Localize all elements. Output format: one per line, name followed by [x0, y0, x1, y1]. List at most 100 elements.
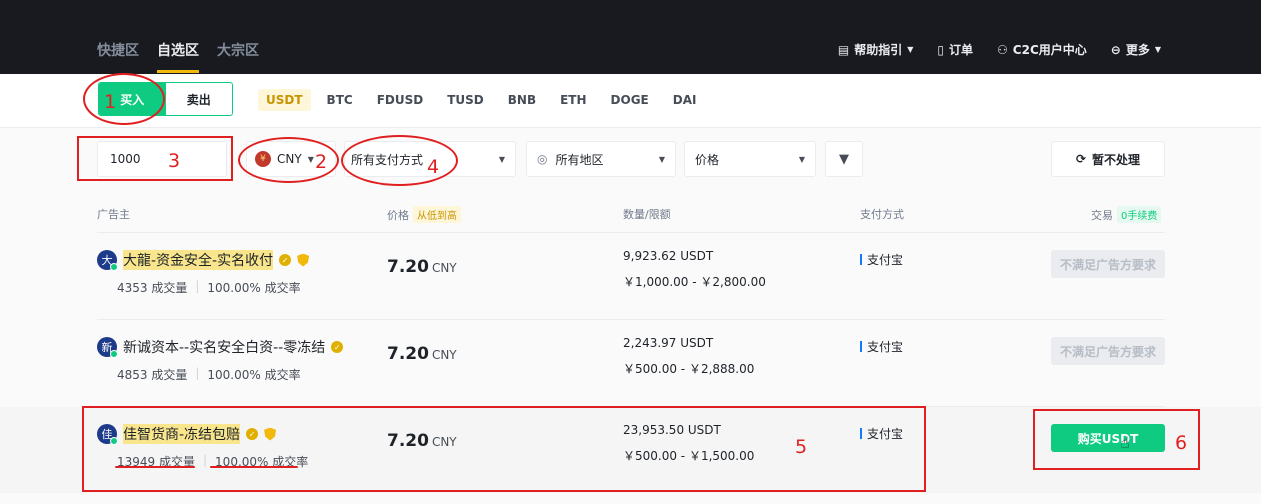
annotation-number: 4 — [427, 156, 440, 178]
coin-tab-fdusd[interactable]: FDUSD — [369, 89, 432, 111]
price-unit: CNY — [431, 348, 457, 362]
verified-badge-icon: ✓ — [279, 254, 292, 266]
shield-icon — [297, 253, 310, 267]
top-right-menu: ▤ 帮助指引 ▼ ▯ 订单 ⚇ C2C用户中心 ⊖ 更多 ▼ — [838, 41, 1161, 58]
chevron-down-icon: ▼ — [1154, 45, 1161, 54]
header-trade-label: 交易 — [1091, 208, 1113, 222]
trade-button-disabled[interactable]: 不满足广告方要求 — [1051, 250, 1165, 278]
trade-button-disabled[interactable]: 不满足广告方要求 — [1051, 337, 1165, 365]
price-cell: 7.20 CNY — [387, 344, 457, 364]
users-icon: ⚇ — [997, 42, 1008, 57]
annotation-ring — [83, 73, 165, 125]
payment-color-bar — [860, 341, 862, 352]
tab-custom[interactable]: 自选区 — [157, 40, 199, 73]
refresh-label: 暂不处理 — [1092, 152, 1141, 167]
refresh-button[interactable]: ⟳ 暂不处理 — [1051, 141, 1165, 177]
advertiser-name[interactable]: 大龍-资金安全-实名收付 — [123, 250, 274, 270]
annotation-underline — [115, 466, 195, 468]
qty-cell: 2,243.97 USDT ￥500.00 - ￥2,888.00 — [623, 337, 754, 375]
top-nav-tabs: 快捷区 自选区 大宗区 — [97, 40, 277, 73]
available-qty: 2,243.97 USDT — [623, 336, 714, 350]
qty-cell: 9,923.62 USDT ￥1,000.00 - ￥2,800.00 — [623, 250, 766, 288]
region-value: 所有地区 — [555, 152, 604, 167]
advertiser-name-line: 新 新诚资本--实名安全白资--零冻结 ✓ — [97, 337, 344, 358]
table-row: 大 大龍-资金安全-实名收付 ✓ 4353 成交量 | 100.00% 成交率 … — [0, 233, 1261, 319]
available-qty: 9,923.62 USDT — [623, 249, 714, 263]
filter-button[interactable]: ▼ — [825, 141, 863, 177]
orders-label: 订单 — [949, 43, 974, 57]
avatar[interactable]: 新 — [97, 337, 118, 358]
avatar[interactable]: 大 — [97, 250, 118, 271]
document-icon: ▯ — [937, 42, 945, 57]
c2c-center-link[interactable]: ⚇ C2C用户中心 — [997, 41, 1087, 58]
sort-value: 价格 — [695, 152, 720, 167]
annotation-underline — [210, 466, 298, 468]
header-trade: 交易 0手续费 — [1091, 206, 1162, 223]
divider: | — [195, 366, 200, 380]
orders-link[interactable]: ▯ 订单 — [937, 41, 973, 58]
payment-color-bar — [860, 254, 862, 265]
coin-tab-dai[interactable]: DAI — [665, 89, 705, 111]
completion-rate: 100.00% 成交率 — [207, 368, 301, 382]
caret-down-icon: ▼ — [798, 154, 805, 164]
refresh-icon: ⟳ — [1075, 152, 1087, 166]
coin-tab-btc[interactable]: BTC — [319, 89, 361, 111]
annotation-number: 3 — [168, 150, 181, 172]
funnel-icon: ▼ — [839, 151, 849, 167]
header-price[interactable]: 价格 从低到高 — [387, 206, 461, 223]
advertiser-name[interactable]: 新诚资本--实名安全白资--零冻结 — [123, 337, 325, 357]
caret-down-icon: ▼ — [498, 154, 505, 164]
annotation-number: 5 — [795, 436, 808, 458]
top-navigation-bar — [0, 0, 1261, 74]
book-icon: ▤ — [837, 42, 850, 57]
zero-fee-tag: 0手续费 — [1117, 206, 1162, 223]
coin-tab-eth[interactable]: ETH — [552, 89, 594, 111]
coin-tab-usdt[interactable]: USDT — [258, 89, 311, 111]
advertiser-stats: 4853 成交量 | 100.00% 成交率 — [117, 366, 343, 383]
order-count: 4353 成交量 — [117, 281, 188, 295]
region-select[interactable]: ◎ 所有地区 ▼ — [526, 141, 676, 177]
caret-down-icon: ▼ — [658, 154, 665, 164]
tab-bulk[interactable]: 大宗区 — [217, 40, 259, 60]
coin-tabs: USDT BTC FDUSD TUSD BNB ETH DOGE DAI — [258, 89, 704, 111]
payment-method: 支付宝 — [867, 340, 904, 354]
globe-icon: ◎ — [537, 152, 548, 166]
payment-cell: 支付宝 — [860, 251, 903, 268]
annotation-ring — [341, 135, 458, 186]
divider: | — [195, 279, 200, 293]
completion-rate: 100.00% 成交率 — [207, 281, 301, 295]
more-menu[interactable]: ⊖ 更多 ▼ — [1111, 41, 1161, 58]
header-payment: 支付方式 — [860, 208, 904, 221]
header-advertiser: 广告主 — [97, 208, 130, 221]
price-sort-tag: 从低到高 — [413, 206, 461, 223]
annotation-number: 1 — [104, 91, 117, 113]
payment-cell: 支付宝 — [860, 338, 903, 355]
tab-quick[interactable]: 快捷区 — [97, 40, 139, 60]
header-price-label: 价格 — [387, 208, 409, 222]
advertiser-cell: 新 新诚资本--实名安全白资--零冻结 ✓ 4853 成交量 | 100.00%… — [97, 337, 344, 383]
help-guide-link[interactable]: ▤ 帮助指引 ▼ — [838, 41, 914, 58]
more-dots-icon: ⊖ — [1110, 42, 1121, 57]
payment-method: 支付宝 — [867, 253, 904, 267]
annotation-number: 2 — [315, 151, 328, 173]
coin-tab-tusd[interactable]: TUSD — [439, 89, 492, 111]
sell-tab[interactable]: 卖出 — [166, 83, 233, 115]
price-value: 7.20 — [387, 344, 429, 364]
region-group: ◎ 所有地区 — [537, 151, 604, 168]
price-cell: 7.20 CNY — [387, 257, 457, 277]
chevron-down-icon: ▼ — [907, 45, 914, 54]
order-count: 4853 成交量 — [117, 368, 188, 382]
sort-select[interactable]: 价格 ▼ — [684, 141, 816, 177]
advertiser-name-line: 大 大龍-资金安全-实名收付 ✓ — [97, 250, 310, 271]
verified-badge-icon: ✓ — [331, 341, 344, 353]
coin-tab-bnb[interactable]: BNB — [500, 89, 544, 111]
price-value: 7.20 — [387, 257, 429, 277]
more-label: 更多 — [1125, 43, 1150, 57]
price-unit: CNY — [431, 261, 457, 275]
order-limit: ￥500.00 - ￥2,888.00 — [623, 362, 755, 376]
annotation-number: 6 — [1175, 432, 1188, 454]
coin-tab-doge[interactable]: DOGE — [603, 89, 657, 111]
advertiser-cell: 大 大龍-资金安全-实名收付 ✓ 4353 成交量 | 100.00% 成交率 — [97, 250, 310, 296]
header-qty: 数量/限额 — [623, 208, 671, 221]
c2c-center-label: C2C用户中心 — [1012, 43, 1087, 57]
